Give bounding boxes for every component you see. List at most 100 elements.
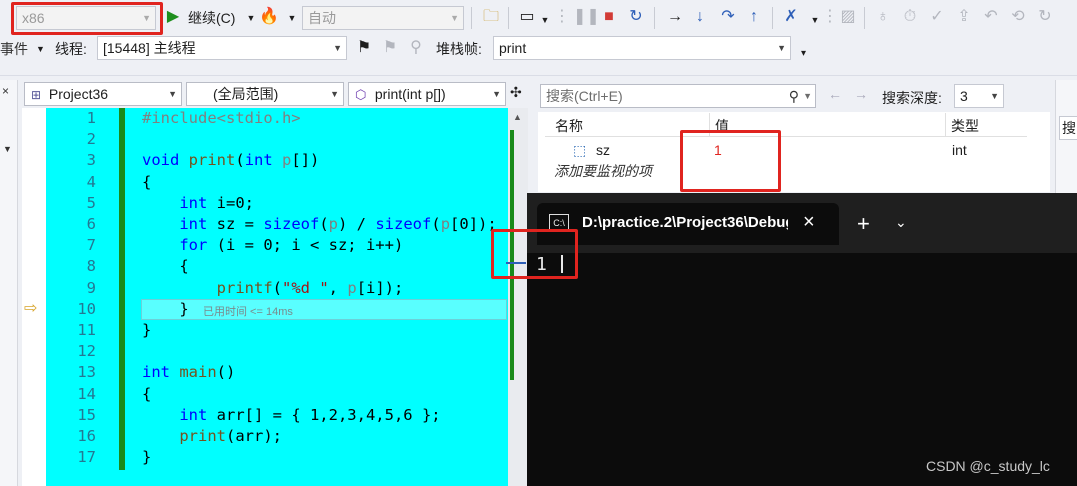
close-icon[interactable]: × (2, 84, 9, 98)
chevron-down-icon[interactable]: ▼ (241, 8, 261, 28)
filter-icon[interactable]: ⚲ (406, 38, 426, 58)
search-depth-combo[interactable]: 3 ▼ (954, 84, 1004, 108)
chevron-down-icon: ▼ (330, 89, 339, 99)
code-line[interactable]: 6 int sz = sizeof(p) / sizeof(p[0]); (46, 214, 508, 235)
folder-icon[interactable]: 🗀 (481, 7, 501, 27)
stop-icon[interactable]: ■ (599, 7, 619, 27)
flag-icon[interactable]: ⚑ (354, 38, 374, 58)
auto-combo[interactable]: 自动 ▼ (302, 6, 464, 30)
hot-reload-icon[interactable]: 🔥 (259, 7, 279, 27)
history-icon[interactable]: ⟲ (1008, 7, 1028, 27)
code-text[interactable]: printf("%d ", p[i]); (142, 278, 404, 299)
code-text[interactable]: int sz = sizeof(p) / sizeof(p[0]); (142, 214, 496, 235)
chevron-down-icon: ▼ (333, 43, 342, 53)
code-text[interactable]: { (142, 256, 188, 277)
grip-icon: ⋮ (822, 8, 838, 25)
chevron-down-icon[interactable]: ▼ (803, 85, 812, 107)
line-number: 12 (77, 342, 96, 361)
editor-vertical-scrollbar[interactable]: ▲ (508, 108, 528, 486)
restart-icon[interactable]: ↻ (626, 7, 646, 27)
code-line[interactable]: 12 (46, 341, 508, 362)
code-line[interactable]: 8 { (46, 256, 508, 277)
step-into-icon[interactable]: ↓ (690, 7, 710, 27)
upload-icon[interactable]: ⇪ (954, 7, 974, 27)
forward-arrow-icon[interactable]: → (854, 86, 868, 102)
code-text[interactable]: for (i = 0; i < sz; i++) (142, 235, 403, 256)
chevron-down-icon[interactable]: ▼ (36, 39, 45, 59)
diagnostic-icon[interactable]: ✗ (781, 7, 801, 27)
continue-button[interactable]: 继续(C) (188, 8, 235, 28)
flag-thread-icon[interactable]: ⚑ (380, 38, 400, 58)
show-next-statement-icon[interactable]: → (665, 7, 685, 27)
code-text[interactable]: } (142, 447, 151, 468)
function-combo[interactable]: ⬡ print(int p[]) ▼ (348, 82, 506, 106)
watch-search-input[interactable]: 搜索(Ctrl+E) ⚲ ▼ (540, 84, 816, 108)
code-line[interactable]: 9 printf("%d ", p[i]); (46, 278, 508, 299)
split-icon[interactable]: ✣ (510, 84, 522, 101)
watch-row-name[interactable]: sz (596, 140, 610, 160)
right-search-input[interactable]: 搜 (1059, 116, 1077, 140)
toolbar-separator (508, 7, 509, 29)
code-text[interactable]: void print(int p[]) (142, 150, 319, 171)
code-line[interactable]: 2 (46, 129, 508, 150)
scroll-up-icon[interactable]: ▲ (513, 112, 522, 122)
timer-icon[interactable]: ⏱ (900, 7, 920, 27)
code-text[interactable]: print(arr); (142, 426, 282, 447)
new-tab-icon[interactable]: + (857, 211, 870, 237)
close-tab-icon[interactable]: × (803, 211, 815, 234)
chevron-down-icon[interactable]: ▼ (282, 8, 302, 28)
highlight-box-watch-value (680, 130, 781, 192)
code-text[interactable]: { (142, 384, 151, 405)
overflow-icon[interactable]: ▾ (801, 44, 806, 64)
add-watch-item[interactable]: 添加要监视的项 (554, 161, 652, 181)
chevron-down-icon[interactable]: ▼ (3, 144, 12, 154)
code-text[interactable]: } (142, 299, 188, 320)
current-statement-arrow-icon: ⇨ (24, 300, 38, 317)
code-text[interactable]: int main() (142, 362, 235, 383)
code-line[interactable]: 11} (46, 320, 508, 341)
step-over-icon[interactable]: ↷ (718, 7, 738, 27)
line-number: 14 (77, 384, 96, 403)
stackframe-combo[interactable]: print ▼ (493, 36, 791, 60)
check-icon[interactable]: ✓ (927, 7, 947, 27)
code-text[interactable]: } (142, 320, 151, 341)
code-line[interactable]: 14 { (46, 384, 508, 405)
back-arrow-icon[interactable]: ← (828, 86, 842, 102)
code-line[interactable]: 15 int arr[] = { 1,2,3,4,5,6 }; (46, 405, 508, 426)
project-combo[interactable]: ⊞ Project36 ▼ (24, 82, 182, 106)
code-line[interactable]: 16 print(arr); (46, 426, 508, 447)
code-text[interactable]: #include<stdio.h> (142, 108, 301, 129)
code-line[interactable]: 5 int i=0; (46, 193, 508, 214)
undo-icon[interactable]: ↶ (981, 7, 1001, 27)
line-number: 11 (77, 321, 96, 339)
function-value: print(int p[]) (374, 86, 446, 102)
thread-combo[interactable]: [15448] 主线程 ▼ (97, 36, 347, 60)
console-tab-title: D:\practice.2\Project36\Debug (582, 214, 788, 231)
breakpoint-icon[interactable]: ♁ (873, 7, 893, 27)
console-tab[interactable]: C:\ D:\practice.2\Project36\Debug × (537, 203, 839, 245)
code-line[interactable]: 1 #include<stdio.h> (46, 108, 508, 129)
code-text[interactable]: int arr[] = { 1,2,3,4,5,6 }; (142, 405, 440, 426)
window-icon[interactable]: ▭ (517, 7, 537, 27)
code-line[interactable]: 17} (46, 447, 508, 468)
code-line[interactable]: 7 for (i = 0; i < sz; i++) (46, 235, 508, 256)
column-name[interactable]: 名称 (555, 116, 583, 136)
line-number: 1 (86, 109, 96, 127)
code-line[interactable]: 4{ (46, 172, 508, 193)
code-line[interactable]: 3 void print(int p[]) (46, 150, 508, 171)
chevron-down-icon: ▼ (990, 91, 999, 101)
step-out-icon[interactable]: ↑ (744, 7, 764, 27)
code-text[interactable]: int i=0; (142, 193, 254, 214)
code-text[interactable]: { (142, 172, 151, 193)
scope-combo[interactable]: (全局范围) ▼ (186, 82, 344, 106)
column-divider (945, 113, 946, 137)
chevron-down-icon[interactable]: ⌄ (895, 214, 907, 231)
image-icon: ▨ (840, 8, 856, 25)
redo-icon[interactable]: ↻ (1035, 7, 1055, 27)
play-icon[interactable]: ▶ (163, 7, 183, 27)
breakpoint-gutter[interactable] (22, 108, 46, 486)
search-icon[interactable]: ⚲ (789, 85, 799, 107)
pause-icon[interactable]: ❚❚ (573, 7, 600, 27)
column-type[interactable]: 类型 (951, 116, 979, 136)
code-line[interactable]: 13 int main() (46, 362, 508, 383)
